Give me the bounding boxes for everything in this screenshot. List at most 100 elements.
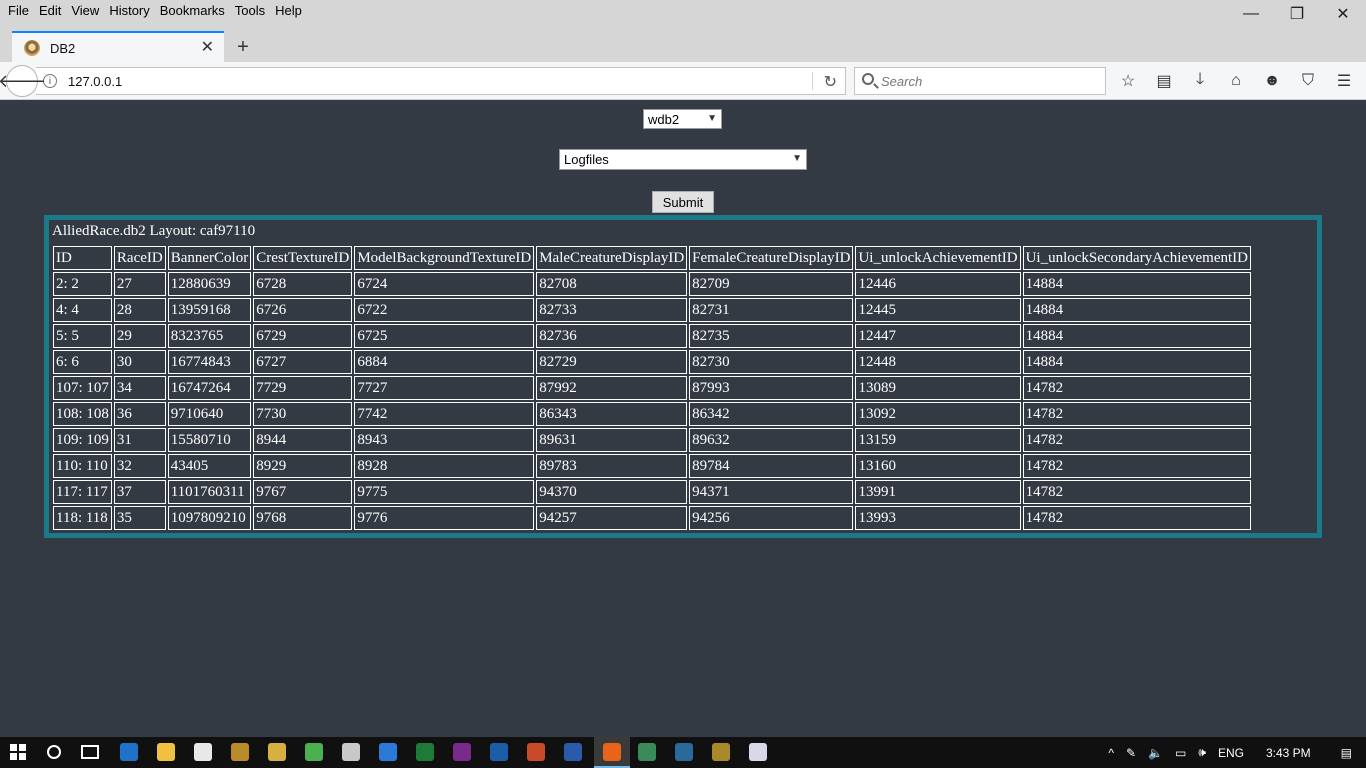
table-cell: 9768	[253, 506, 353, 530]
task-view-icon[interactable]	[81, 745, 99, 759]
table-cell: 6884	[354, 350, 535, 374]
table-row: 117: 117 37 1101760311 9767 9775 94370 94371 13…	[53, 480, 1252, 504]
cortana-icon[interactable]	[47, 745, 61, 759]
table-cell: 6: 6	[53, 350, 112, 374]
hamburger-menu-icon[interactable]: ☰	[1326, 68, 1362, 94]
table-cell: 14782	[1022, 506, 1252, 530]
wow-app-icon[interactable]	[231, 743, 249, 761]
table-row: 6: 6 30 16774843 6727 6884 82729 82730 12448 148…	[53, 350, 1252, 374]
table-cell: 13159	[855, 428, 1021, 452]
db-version-value: wdb2	[648, 111, 680, 127]
table-row: 110: 110 32 43405 8929 8928 89783 89784 13160 14…	[53, 454, 1252, 478]
column-header-cresttextureid: CrestTextureID	[253, 246, 353, 270]
table-cell: 13991	[855, 480, 1021, 504]
table-cell: 6722	[354, 298, 535, 322]
new-tab-button[interactable]: +	[232, 36, 254, 58]
search-icon	[862, 73, 874, 85]
excel-app-icon[interactable]	[416, 743, 434, 761]
menu-file[interactable]: File	[4, 1, 33, 21]
table-cell: 2: 2	[53, 272, 112, 296]
tab-db2[interactable]: DB2 ✕	[12, 31, 224, 63]
column-header-modelbackgroundtextureid: ModelBackgroundTextureID	[354, 246, 535, 270]
hearthstone-app-icon[interactable]	[268, 743, 286, 761]
db-version-select[interactable]: wdb2 ▼	[643, 109, 722, 129]
notes-icon[interactable]: ✎	[1120, 746, 1142, 760]
menu-bookmarks[interactable]: Bookmarks	[156, 1, 229, 21]
table-cell: 94370	[536, 480, 688, 504]
tab-close-icon[interactable]: ✕	[201, 40, 214, 56]
table-cell: 29	[113, 324, 166, 348]
bookmark-star-icon[interactable]: ☆	[1110, 68, 1146, 94]
table-row: 109: 109 31 15580710 8944 8943 89631 89632 1315…	[53, 428, 1252, 452]
table-cell: 82709	[689, 272, 854, 296]
outlook-app-icon[interactable]	[490, 743, 508, 761]
file-explorer-app-icon[interactable]	[157, 743, 175, 761]
download-icon[interactable]: 🡓	[1182, 68, 1218, 94]
search-bar[interactable]: Search	[854, 67, 1106, 95]
table-cell: 14782	[1022, 454, 1252, 478]
table-cell: 14782	[1022, 428, 1252, 452]
firefox-app-icon[interactable]	[603, 743, 621, 761]
table-row: 2: 2 27 12880639 6728 6724 82708 82709 12446 148…	[53, 272, 1252, 296]
search-app-icon[interactable]	[379, 743, 397, 761]
submit-button[interactable]: Submit	[652, 191, 714, 213]
back-arrow-icon: 🡐	[0, 70, 47, 91]
url-text[interactable]: 127.0.0.1	[68, 74, 122, 89]
back-button[interactable]: 🡐	[0, 65, 46, 97]
powerpoint-app-icon[interactable]	[527, 743, 545, 761]
table-cell: 7727	[354, 376, 535, 400]
table-cell: 86342	[689, 402, 854, 426]
reload-icon[interactable]: ↻	[824, 72, 837, 92]
table-row: 108: 108 36 9710640 7730 7742 86343 86342 13092…	[53, 402, 1252, 426]
store-app-icon[interactable]	[194, 743, 212, 761]
action-center-icon[interactable]: ▤	[1327, 746, 1366, 760]
network-icon[interactable]: ▭	[1169, 746, 1192, 760]
table-cell: 87992	[536, 376, 688, 400]
table-cell: 89784	[689, 454, 854, 478]
table-cell: 82736	[536, 324, 688, 348]
table-cell: 82735	[689, 324, 854, 348]
menu-history[interactable]: History	[105, 1, 153, 21]
table-cell: 9710640	[167, 402, 252, 426]
onenote-app-icon[interactable]	[453, 743, 471, 761]
triangle-app-icon[interactable]	[638, 743, 656, 761]
table-panel: AlliedRace.db2 Layout: caf97110 ID RaceID…	[44, 215, 1322, 538]
blue-app-icon[interactable]	[675, 743, 693, 761]
table-cell: 107: 107	[53, 376, 112, 400]
table-cell: 32	[113, 454, 166, 478]
url-separator	[812, 72, 813, 90]
menu-tools[interactable]: Tools	[231, 1, 269, 21]
search-placeholder[interactable]: Search	[881, 74, 922, 89]
volume-muted-icon[interactable]: 🔈	[1142, 746, 1169, 760]
table-cell: 30	[113, 350, 166, 374]
table-cell: 15580710	[167, 428, 252, 452]
edge-app-icon[interactable]	[120, 743, 138, 761]
clock[interactable]: 3:43 PM	[1250, 746, 1327, 760]
table-cell: 89631	[536, 428, 688, 452]
language-indicator[interactable]: ENG	[1212, 746, 1250, 760]
reading-list-icon[interactable]: ▤	[1146, 68, 1182, 94]
paint-app-icon[interactable]	[342, 743, 360, 761]
home-icon[interactable]: ⌂	[1218, 68, 1254, 94]
maximize-button[interactable]: ❐	[1274, 0, 1320, 28]
notepad-app-icon[interactable]	[749, 743, 767, 761]
speaker-icon[interactable]: 🕪	[1192, 745, 1212, 760]
menu-view[interactable]: View	[67, 1, 103, 21]
chrome-like-app-icon[interactable]	[305, 743, 323, 761]
file-source-select[interactable]: Logfiles ▼	[559, 149, 807, 170]
table-cell: 12446	[855, 272, 1021, 296]
table-cell: 6726	[253, 298, 353, 322]
menu-edit[interactable]: Edit	[35, 1, 65, 21]
word-app-icon[interactable]	[564, 743, 582, 761]
minimize-button[interactable]: —	[1228, 0, 1274, 28]
url-bar[interactable]: i 127.0.0.1 ↻	[36, 67, 846, 95]
pocket-icon[interactable]: ⛉	[1290, 68, 1326, 94]
wow-app-2-icon[interactable]	[712, 743, 730, 761]
chevron-up-icon[interactable]: ^	[1102, 746, 1120, 760]
close-window-button[interactable]: ✕	[1320, 0, 1366, 28]
windows-start-icon[interactable]	[10, 744, 26, 760]
menu-help[interactable]: Help	[271, 1, 306, 21]
tab-title: DB2	[50, 40, 76, 56]
smiley-icon[interactable]: ☻	[1254, 68, 1290, 94]
table-cell: 5: 5	[53, 324, 112, 348]
